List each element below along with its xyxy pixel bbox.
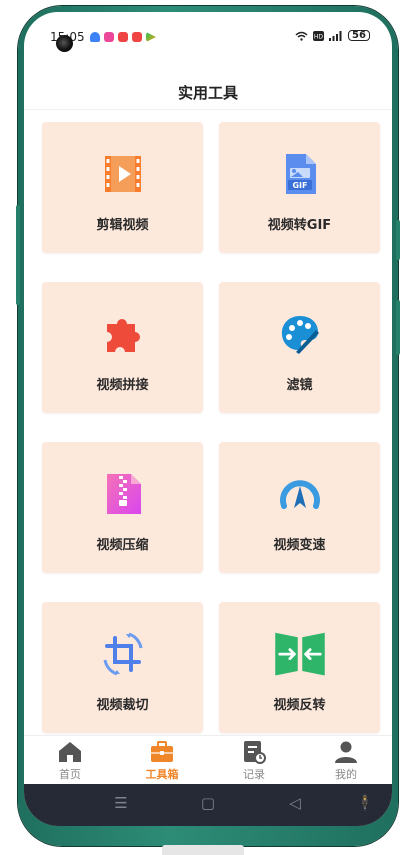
hd-icon: HD [313,30,324,41]
status-bar: 15:05 HD 56 [24,12,392,62]
gif-file-icon: GIF [285,154,316,194]
wifi-icon [295,31,308,41]
tab-home[interactable]: 首页 [24,736,116,784]
accessibility-icon[interactable]: 🕴 [350,794,380,812]
notification-icons [90,32,156,42]
volume-button [16,205,20,305]
tool-card-video-reverse[interactable]: 视频反转 [219,602,380,733]
tool-label: 剪辑视频 [96,218,149,233]
tab-label: 记录 [243,768,265,781]
power-button [396,220,400,260]
system-nav-bar: ☰ ▢ ◁ 🕴 [24,784,392,826]
palette-icon [281,316,319,354]
menu-icon[interactable]: ☰ [106,794,136,812]
screen: 15:05 HD 56 [24,12,392,826]
toolbox-icon [151,741,173,762]
app-notification-icon [132,32,142,42]
bell-icon [90,32,100,42]
film-edit-icon [104,156,141,192]
tool-label: 视频变速 [273,538,326,553]
tab-records[interactable]: 记录 [208,736,300,784]
bottom-tab-bar: 首页 工具箱 记录 我的 [24,735,392,784]
tool-label: 视频裁切 [96,698,149,713]
page-title: 实用工具 [177,84,238,102]
tab-label: 工具箱 [145,768,179,781]
speed-gauge-icon [279,480,320,509]
zip-file-icon [106,474,141,514]
tool-card-video-to-gif[interactable]: GIF 视频转GIF [219,122,380,253]
header-divider [24,109,392,110]
record-icon [244,741,266,764]
battery-icon: 56 [348,30,370,41]
tool-card-video-compress[interactable]: 视频压缩 [42,442,203,573]
tool-label: 视频转GIF [267,218,332,233]
play-icon [146,32,156,42]
side-button [396,300,400,355]
app-notification-icon [104,32,114,42]
profile-icon [335,741,357,763]
system-icons: HD 56 [295,30,370,41]
tool-label: 滤镜 [286,378,313,393]
tab-profile[interactable]: 我的 [300,736,392,784]
tool-label: 视频拼接 [96,378,149,393]
tool-card-video-crop[interactable]: 视频裁切 [42,602,203,733]
tab-label: 我的 [335,768,357,781]
tab-label: 首页 [59,768,81,781]
reverse-arrows-icon [274,632,325,676]
bottom-sheet-peek [162,845,244,855]
tool-card-video-speed[interactable]: 视频变速 [219,442,380,573]
tool-label: 视频反转 [273,698,326,713]
svg-text:GIF: GIF [292,181,307,190]
tool-card-video-join[interactable]: 视频拼接 [42,282,203,413]
tool-label: 视频压缩 [96,538,149,553]
home-nav-icon[interactable]: ▢ [193,794,223,812]
signal-icon [329,30,342,41]
front-camera-icon [56,35,73,52]
svg-text:HD: HD [314,33,324,40]
puzzle-icon [106,318,140,352]
tool-card-filter[interactable]: 滤镜 [219,282,380,413]
back-icon[interactable]: ◁ [280,794,310,812]
home-icon [59,742,81,762]
tab-toolbox[interactable]: 工具箱 [116,736,208,784]
tool-card-cut-video[interactable]: 剪辑视频 [42,122,203,253]
app-notification-icon [118,32,128,42]
crop-rotate-icon [103,632,142,676]
